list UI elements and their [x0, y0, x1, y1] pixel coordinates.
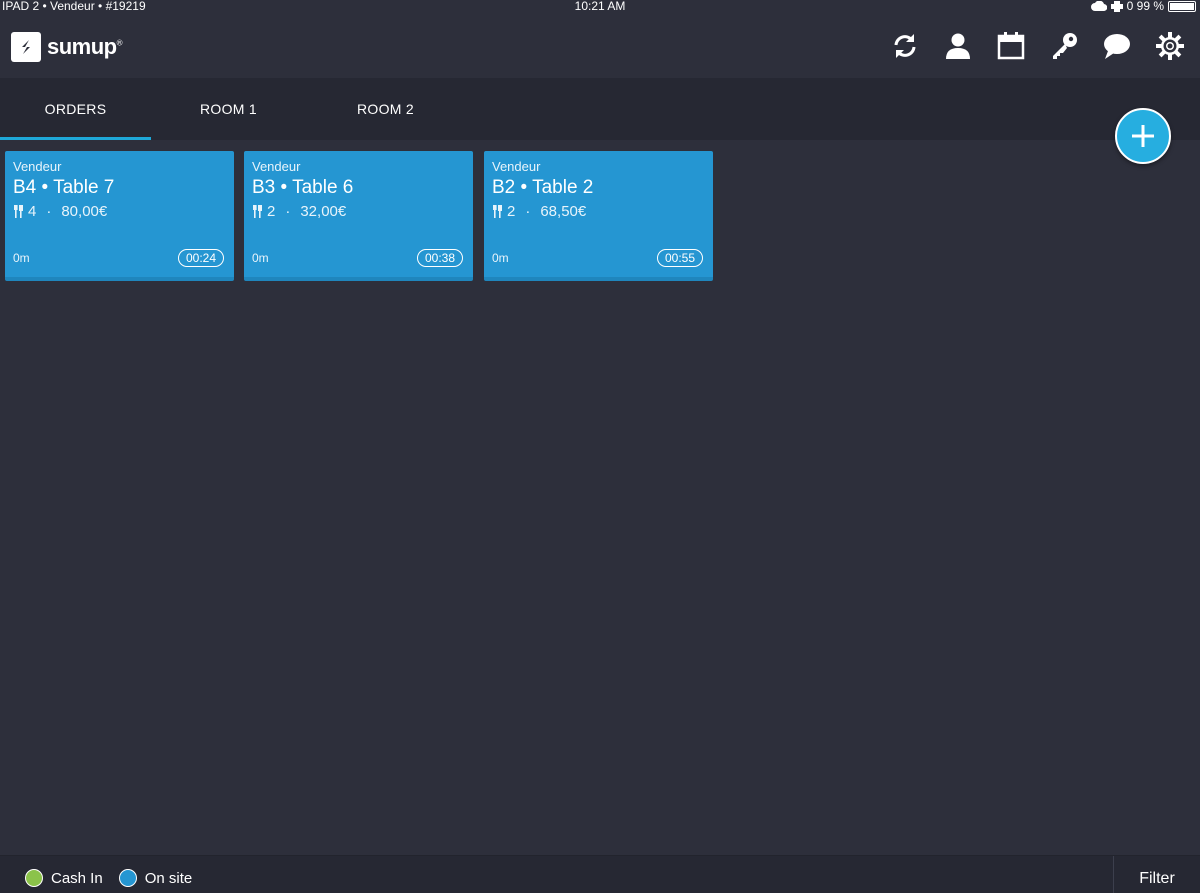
header-toolbar — [889, 30, 1186, 62]
order-seller: Vendeur — [13, 159, 62, 174]
order-elapsed: 0m — [492, 251, 509, 265]
on-site-dot-icon — [118, 869, 137, 887]
sync-icon[interactable] — [889, 30, 921, 62]
chat-icon[interactable] — [1101, 30, 1133, 62]
cutlery-icon — [14, 205, 23, 218]
cutlery-icon — [493, 205, 502, 218]
tab-orders[interactable]: ORDERS — [0, 78, 151, 140]
battery-text: 0 99 % — [1126, 0, 1164, 13]
printer-icon — [1110, 0, 1123, 12]
order-elapsed: 0m — [252, 251, 269, 265]
legend-label: On site — [144, 869, 193, 887]
footer-bar: Cash In On site Filter — [0, 855, 1200, 893]
filter-button[interactable]: Filter — [1114, 856, 1200, 893]
legend-on-site: On site — [118, 869, 193, 887]
room-tabs: ORDERS ROOM 1 ROOM 2 — [0, 78, 1200, 140]
guest-count: 2 — [267, 203, 276, 220]
order-timer-badge: 00:24 — [177, 249, 224, 267]
battery-icon — [1168, 0, 1196, 12]
order-info: 2 · 68,50€ — [493, 203, 586, 220]
order-title: B2 • Table 2 — [492, 177, 594, 198]
guest-count: 2 — [507, 203, 516, 220]
user-icon[interactable] — [942, 30, 974, 62]
order-info: 4 · 80,00€ — [14, 203, 107, 220]
tab-room-2[interactable]: ROOM 2 — [310, 78, 461, 140]
key-icon[interactable] — [1048, 30, 1080, 62]
calendar-icon[interactable] — [995, 30, 1027, 62]
order-timer-badge: 00:38 — [416, 249, 463, 267]
order-card[interactable]: Vendeur B4 • Table 7 4 · 80,00€ 0m 00:24 — [5, 151, 234, 281]
order-card[interactable]: Vendeur B2 • Table 2 2 · 68,50€ 0m 00:55 — [484, 151, 713, 281]
order-info: 2 · 32,00€ — [253, 203, 346, 220]
order-timer-badge: 00:55 — [656, 249, 703, 267]
order-amount: 32,00€ — [300, 203, 347, 220]
app-header: sumup® — [0, 12, 1200, 78]
sumup-logo: sumup® — [11, 32, 123, 62]
status-bar: IPAD 2 • Vendeur • #19219 10:21 AM 0 99 … — [0, 0, 1200, 12]
legend-label: Cash In — [51, 869, 103, 887]
order-title: B3 • Table 6 — [252, 177, 354, 198]
cutlery-icon — [253, 205, 262, 218]
status-legend: Cash In On site — [25, 869, 208, 887]
gear-icon[interactable] — [1154, 30, 1186, 62]
tab-room-1[interactable]: ROOM 1 — [153, 78, 304, 140]
order-elapsed: 0m — [13, 251, 30, 265]
order-title: B4 • Table 7 — [13, 177, 115, 198]
order-amount: 80,00€ — [61, 203, 108, 220]
clock: 10:21 AM — [574, 0, 626, 13]
status-indicators: 0 99 % — [1090, 0, 1196, 13]
cloud-icon — [1090, 1, 1107, 11]
sumup-logo-mark — [11, 32, 41, 62]
logo-text: sumup® — [47, 34, 123, 59]
guest-count: 4 — [28, 203, 37, 220]
cash-in-dot-icon — [25, 869, 43, 887]
plus-icon — [1132, 125, 1154, 147]
order-amount: 68,50€ — [540, 203, 587, 220]
order-seller: Vendeur — [492, 159, 541, 174]
legend-cash-in: Cash In — [25, 869, 103, 887]
order-seller: Vendeur — [252, 159, 301, 174]
order-card[interactable]: Vendeur B3 • Table 6 2 · 32,00€ 0m 00:38 — [244, 151, 473, 281]
add-order-button[interactable] — [1115, 108, 1171, 164]
